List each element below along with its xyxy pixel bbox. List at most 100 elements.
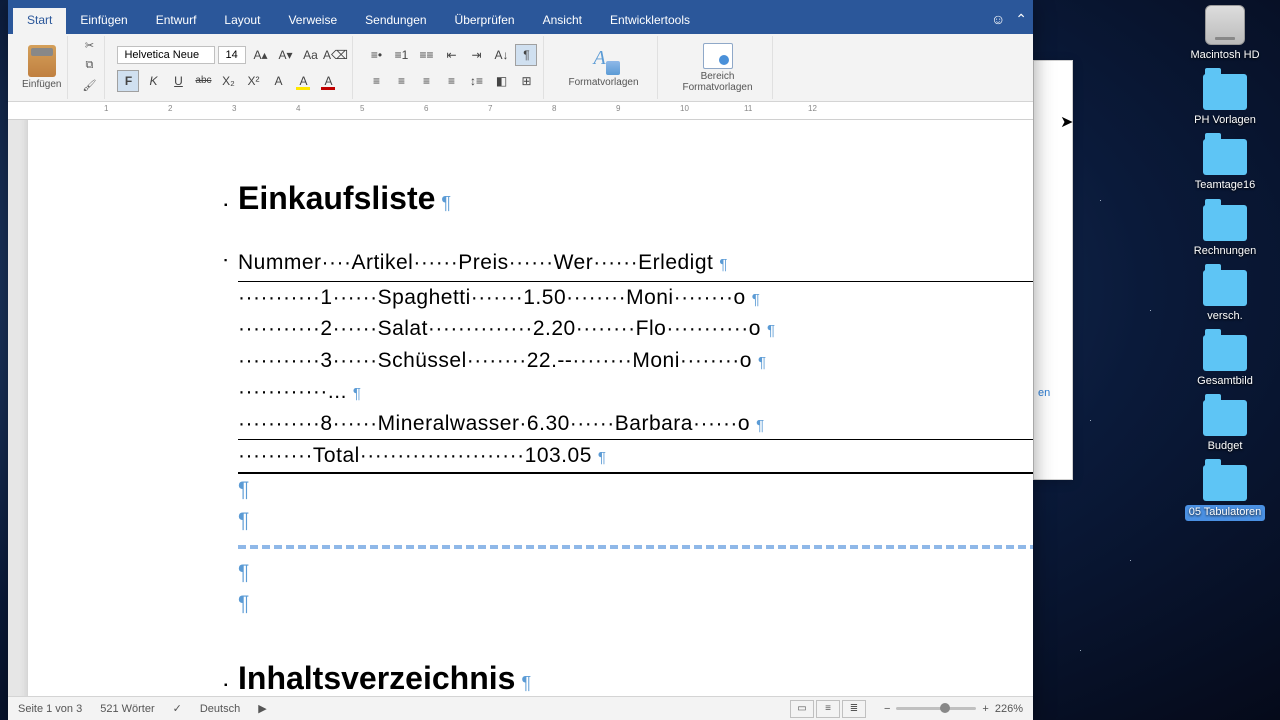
underline-button[interactable]: U <box>167 70 189 92</box>
ruler[interactable]: 1 2 3 4 5 6 7 8 9 10 11 12 <box>8 102 1033 120</box>
tab-entwurf[interactable]: Entwurf <box>142 8 211 34</box>
feedback-icon[interactable]: ☺ <box>991 11 1005 28</box>
heading-inhaltsverzeichnis[interactable]: Inhaltsverzeichnis¶ <box>238 660 1033 697</box>
cut-icon[interactable]: ✂ <box>80 39 98 57</box>
sort-button[interactable]: A↓ <box>490 44 512 66</box>
line-spacing-button[interactable]: ↕≡ <box>465 70 487 92</box>
align-left-button[interactable]: ≡ <box>365 70 387 92</box>
font-name-select[interactable]: Helvetica Neue <box>117 46 215 64</box>
tab-ueberpruefen[interactable]: Überprüfen <box>441 8 529 34</box>
grow-font-button[interactable]: A▴ <box>249 44 271 66</box>
titlebar[interactable] <box>8 0 1033 8</box>
font-group: Helvetica Neue 14 A▴ A▾ Aa A⌫ F K U abc … <box>111 36 353 99</box>
bold-button[interactable]: F <box>117 70 139 92</box>
zoom-out-button[interactable]: − <box>884 703 890 715</box>
shading-button[interactable]: ◧ <box>490 70 512 92</box>
copy-icon[interactable]: ⧉ <box>80 59 98 77</box>
clipboard-mini: ✂ ⧉ 🖌 <box>74 36 105 99</box>
justify-button[interactable]: ≡ <box>440 70 462 92</box>
strikethrough-button[interactable]: abc <box>192 70 214 92</box>
status-bar: Seite 1 von 3 521 Wörter ✓ Deutsch ▶ ▭ ≡… <box>8 696 1033 720</box>
pilcrow-icon: ¶ <box>441 193 451 213</box>
document-area[interactable]: Einkaufsliste¶ Nummer····Artikel······Pr… <box>8 120 1033 696</box>
desktop-folder-versch[interactable]: versch. <box>1180 270 1270 323</box>
tab-ansicht[interactable]: Ansicht <box>529 8 596 34</box>
desktop-folder-teamtage[interactable]: Teamtage16 <box>1180 139 1270 192</box>
styles-icon[interactable] <box>590 47 618 75</box>
table-row[interactable]: ···········1······Spaghetti·······1.50··… <box>238 282 1033 314</box>
tab-sendungen[interactable]: Sendungen <box>351 8 440 34</box>
multilevel-button[interactable]: ≡≡ <box>415 44 437 66</box>
table-row[interactable]: ············...¶ <box>238 376 1033 408</box>
desktop-icons: Macintosh HD PH Vorlagen Teamtage16 Rech… <box>1180 5 1270 521</box>
format-painter-icon[interactable]: 🖌 <box>80 79 98 97</box>
table-row[interactable]: ···········2······Salat··············2.2… <box>238 313 1033 345</box>
desktop-folder-gesamtbild[interactable]: Gesamtbild <box>1180 335 1270 388</box>
empty-paragraph[interactable]: ¶ <box>238 557 1033 589</box>
tab-einfuegen[interactable]: Einfügen <box>66 8 141 34</box>
desktop-folder-ph[interactable]: PH Vorlagen <box>1180 74 1270 127</box>
table-total[interactable]: ··········Total······················103… <box>238 440 1033 474</box>
macro-icon[interactable]: ▶ <box>258 702 266 715</box>
spellcheck-icon[interactable]: ✓ <box>173 702 182 715</box>
empty-paragraph[interactable]: ¶ <box>238 474 1033 506</box>
italic-button[interactable]: K <box>142 70 164 92</box>
status-page[interactable]: Seite 1 von 3 <box>18 703 82 715</box>
clipboard-group: Einfügen <box>16 36 68 99</box>
side-panel: en <box>1033 60 1073 480</box>
highlight-button[interactable]: A <box>292 70 314 92</box>
desktop-hd[interactable]: Macintosh HD <box>1180 5 1270 62</box>
zoom-in-button[interactable]: + <box>982 703 988 715</box>
ribbon: Einfügen ✂ ⧉ 🖌 Helvetica Neue 14 A▴ A▾ A… <box>8 34 1033 102</box>
section-break <box>238 545 1033 549</box>
zoom-level[interactable]: 226% <box>995 703 1023 715</box>
tab-layout[interactable]: Layout <box>210 8 274 34</box>
desktop-folder-budget[interactable]: Budget <box>1180 400 1270 453</box>
desktop-folder-tabulatoren[interactable]: 05 Tabulatoren <box>1180 465 1270 520</box>
view-read-button[interactable]: ▭ <box>790 700 814 718</box>
text-effects-button[interactable]: A <box>267 70 289 92</box>
bullets-button[interactable]: ≡• <box>365 44 387 66</box>
table-row[interactable]: ···········3······Schüssel········22.--·… <box>238 345 1033 377</box>
page[interactable]: Einkaufsliste¶ Nummer····Artikel······Pr… <box>28 120 1033 696</box>
view-web-button[interactable]: ≣ <box>842 700 866 718</box>
collapse-ribbon-icon[interactable]: ⌃ <box>1015 11 1027 28</box>
styles-group: Formatvorlagen <box>550 36 657 99</box>
tab-verweise[interactable]: Verweise <box>274 8 351 34</box>
word-window: Start Einfügen Entwurf Layout Verweise S… <box>8 0 1033 720</box>
tab-entwickler[interactable]: Entwicklertools <box>596 8 704 34</box>
increase-indent-button[interactable]: ⇥ <box>465 44 487 66</box>
styles-pane-icon[interactable] <box>703 43 733 69</box>
superscript-button[interactable]: X² <box>242 70 264 92</box>
paragraph-group: ≡• ≡1 ≡≡ ⇤ ⇥ A↓ ¶ ≡ ≡ ≡ ≡ ↕≡ ◧ ⊞ <box>359 36 544 99</box>
desktop-folder-rechnungen[interactable]: Rechnungen <box>1180 205 1270 258</box>
table-row[interactable]: ···········8······Mineralwasser·6.30····… <box>238 408 1033 441</box>
zoom-control: − + 226% <box>884 703 1023 715</box>
borders-button[interactable]: ⊞ <box>515 70 537 92</box>
heading-einkaufsliste[interactable]: Einkaufsliste¶ <box>238 180 1033 217</box>
align-center-button[interactable]: ≡ <box>390 70 412 92</box>
table-header[interactable]: Nummer····Artikel······Preis······Wer···… <box>238 247 1033 282</box>
align-right-button[interactable]: ≡ <box>415 70 437 92</box>
shrink-font-button[interactable]: A▾ <box>274 44 296 66</box>
show-paragraph-button[interactable]: ¶ <box>515 44 537 66</box>
numbering-button[interactable]: ≡1 <box>390 44 412 66</box>
styles-pane-label: Bereich Formatvorlagen <box>678 71 758 93</box>
view-print-button[interactable]: ≡ <box>816 700 840 718</box>
empty-paragraph[interactable]: ¶ <box>238 588 1033 620</box>
change-case-button[interactable]: Aa <box>299 44 321 66</box>
paste-icon[interactable] <box>28 45 56 77</box>
empty-paragraph[interactable]: ¶ <box>238 505 1033 537</box>
view-buttons: ▭ ≡ ≣ <box>790 700 866 718</box>
clear-formatting-button[interactable]: A⌫ <box>324 44 346 66</box>
zoom-slider[interactable] <box>896 707 976 710</box>
decrease-indent-button[interactable]: ⇤ <box>440 44 462 66</box>
styles-pane-group: Bereich Formatvorlagen <box>664 36 773 99</box>
subscript-button[interactable]: X₂ <box>217 70 239 92</box>
paste-label: Einfügen <box>22 79 61 90</box>
status-language[interactable]: Deutsch <box>200 703 240 715</box>
font-color-button[interactable]: A <box>317 70 339 92</box>
status-words[interactable]: 521 Wörter <box>100 703 154 715</box>
tab-start[interactable]: Start <box>13 8 66 34</box>
font-size-select[interactable]: 14 <box>218 46 246 64</box>
